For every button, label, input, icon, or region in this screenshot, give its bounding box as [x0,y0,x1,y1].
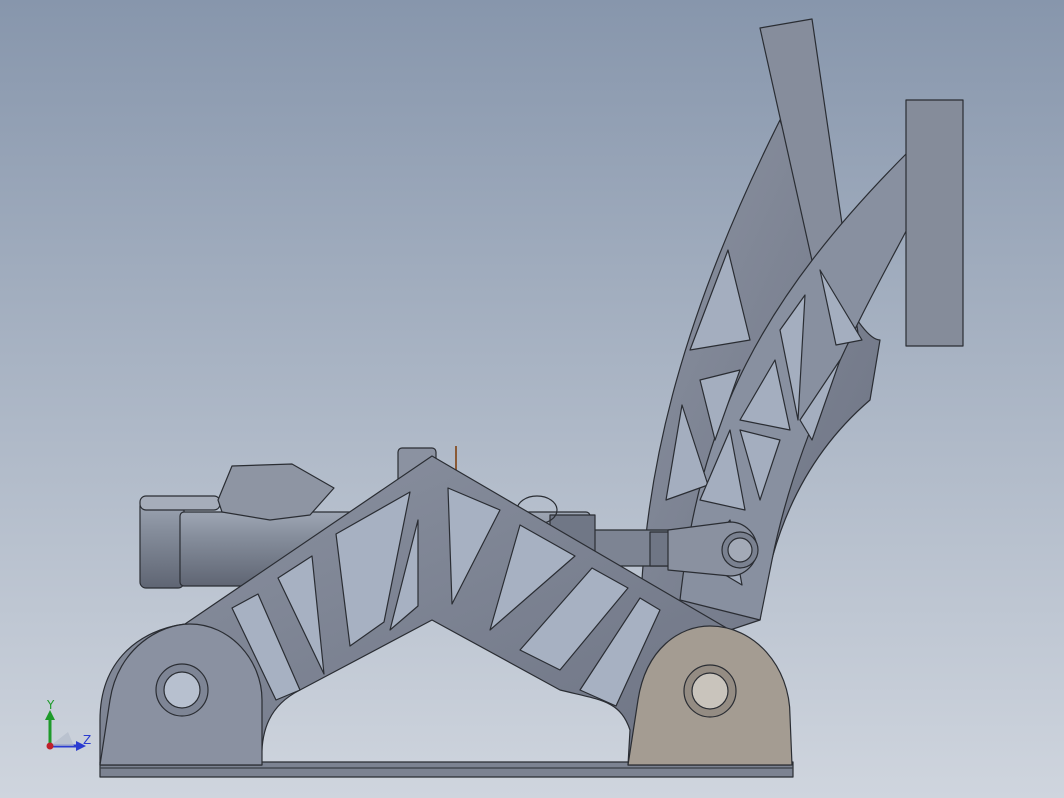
cylinder-cap [139,499,185,589]
pedal-pad-front [905,99,964,347]
orientation-triad[interactable]: Y Z [38,696,108,756]
3d-model-viewport[interactable]: Y Z [0,0,1064,798]
triad-z-label: Z [83,733,92,747]
pedal-assembly-model[interactable] [0,0,1064,798]
triad-y-label: Y [47,698,55,712]
